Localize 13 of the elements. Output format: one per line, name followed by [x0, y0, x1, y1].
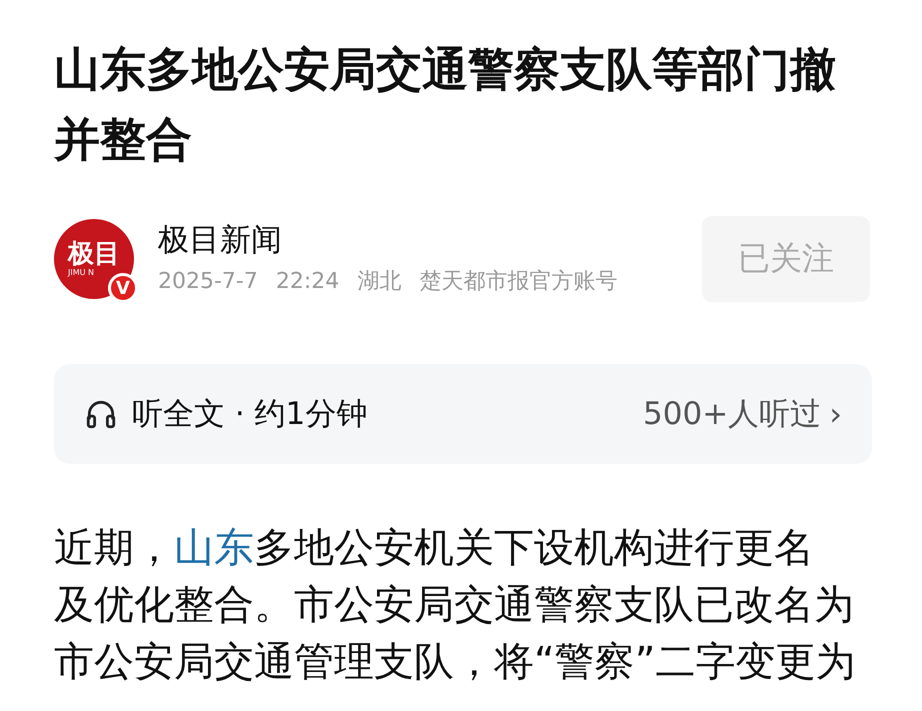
listen-label: 听全文 · 约1分钟: [132, 395, 368, 434]
region: 湖北: [357, 268, 402, 296]
article-paragraph: 近期，山东多地公安机关下设机构进行更名 及优化整合。市公安局交通警察支队已改名为市公安局交通管理支队，将“警察”二字变更为: [54, 524, 856, 687]
publish-time: 22:24: [276, 268, 340, 296]
chevron-icon: ›: [829, 395, 842, 433]
author-name[interactable]: 极目新闻: [158, 221, 282, 259]
listener-count: 500+人听过: [643, 395, 822, 434]
verified-badge: V: [108, 273, 138, 303]
listen-bar[interactable]: 听全文 · 约1分钟 500+人听过 ›: [54, 364, 872, 464]
article-title: 山东多地公安局交通警察支队等部门撤并整合: [54, 41, 837, 168]
publish-date: 2025-7-7: [158, 268, 258, 296]
account-label: 楚天都市报官方账号: [419, 268, 618, 296]
topic-link[interactable]: 山东: [174, 525, 254, 571]
